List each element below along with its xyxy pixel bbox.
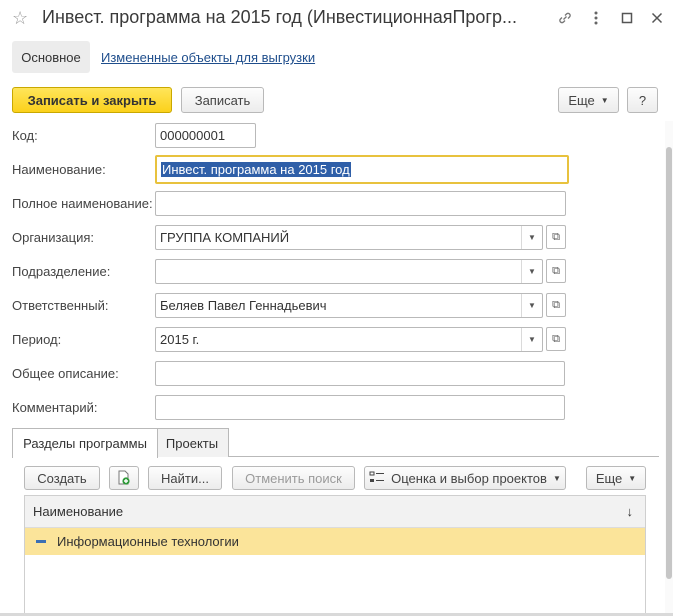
checklist-icon bbox=[369, 471, 385, 482]
sections-table[interactable]: Наименование ↓ Информационные технологии bbox=[24, 495, 646, 616]
tab-projects[interactable]: Проекты bbox=[155, 428, 229, 457]
department-label: Подразделение: bbox=[12, 264, 111, 279]
sort-arrow-icon[interactable]: ↓ bbox=[627, 504, 634, 519]
open-organization-icon[interactable]: ⧉ bbox=[546, 225, 566, 249]
table-more-label: Еще bbox=[595, 470, 623, 486]
full-name-label: Полное наименование: bbox=[12, 196, 153, 211]
table-row[interactable]: Информационные технологии bbox=[25, 528, 645, 555]
add-document-button[interactable] bbox=[109, 466, 139, 490]
table-more-button[interactable]: Еще ▼ bbox=[586, 466, 646, 490]
name-label: Наименование: bbox=[12, 162, 106, 177]
find-button[interactable]: Найти... bbox=[148, 466, 222, 490]
description-label: Общее описание: bbox=[12, 366, 119, 381]
dropdown-arrow-icon[interactable]: ▼ bbox=[521, 294, 542, 317]
window-title: Инвест. программа на 2015 год (Инвестици… bbox=[42, 7, 517, 27]
evaluate-label: Оценка и выбор проектов bbox=[391, 470, 547, 486]
period-label: Период: bbox=[12, 332, 62, 347]
period-field[interactable]: 2015 г. ▼ bbox=[155, 327, 543, 352]
close-icon[interactable] bbox=[647, 8, 667, 28]
chevron-down-icon: ▼ bbox=[628, 473, 637, 483]
responsible-value: Беляев Павел Геннадьевич bbox=[160, 298, 327, 313]
chevron-down-icon: ▼ bbox=[600, 95, 609, 105]
description-field[interactable] bbox=[155, 361, 565, 386]
save-and-close-button[interactable]: Записать и закрыть bbox=[12, 87, 172, 113]
create-button[interactable]: Создать bbox=[24, 466, 100, 490]
save-button[interactable]: Записать bbox=[181, 87, 264, 113]
period-value: 2015 г. bbox=[160, 332, 200, 347]
organization-field[interactable]: ГРУППА КОМПАНИЙ ▼ bbox=[155, 225, 543, 250]
dropdown-arrow-icon[interactable]: ▼ bbox=[521, 260, 542, 283]
cancel-search-button[interactable]: Отменить поиск bbox=[232, 466, 355, 490]
more-label: Еще bbox=[568, 92, 595, 108]
tree-item-icon bbox=[36, 540, 46, 543]
tab-changed-objects[interactable]: Измененные объекты для выгрузки bbox=[101, 50, 315, 65]
responsible-label: Ответственный: bbox=[12, 298, 109, 313]
name-value: Инвест. программа на 2015 год bbox=[161, 162, 351, 177]
help-button[interactable]: ? bbox=[627, 87, 658, 113]
code-label: Код: bbox=[12, 128, 38, 143]
favorite-star-icon[interactable]: ☆ bbox=[12, 8, 28, 29]
comment-field[interactable] bbox=[155, 395, 565, 420]
code-value: 000000001 bbox=[160, 128, 226, 143]
full-name-field[interactable] bbox=[155, 191, 566, 216]
organization-label: Организация: bbox=[12, 230, 95, 245]
evaluate-projects-button[interactable]: Оценка и выбор проектов ▼ bbox=[364, 466, 566, 490]
more-button[interactable]: Еще ▼ bbox=[558, 87, 619, 113]
add-document-icon bbox=[118, 470, 130, 485]
chevron-down-icon: ▼ bbox=[552, 473, 561, 483]
organization-value: ГРУППА КОМПАНИЙ bbox=[160, 230, 290, 245]
open-department-icon[interactable]: ⧉ bbox=[546, 259, 566, 283]
tab-main[interactable]: Основное bbox=[12, 41, 90, 73]
row-name: Информационные технологии bbox=[57, 534, 239, 549]
link-icon[interactable] bbox=[555, 8, 575, 28]
comment-label: Комментарий: bbox=[12, 400, 98, 415]
dropdown-arrow-icon[interactable]: ▼ bbox=[521, 328, 542, 351]
open-responsible-icon[interactable]: ⧉ bbox=[546, 293, 566, 317]
department-field[interactable]: ▼ bbox=[155, 259, 543, 284]
code-field[interactable]: 000000001 bbox=[155, 123, 256, 148]
tab-program-sections[interactable]: Разделы программы bbox=[12, 428, 158, 458]
responsible-field[interactable]: Беляев Павел Геннадьевич ▼ bbox=[155, 293, 543, 318]
column-header-name[interactable]: Наименование bbox=[33, 504, 627, 519]
scrollbar-thumb[interactable] bbox=[666, 147, 672, 579]
maximize-icon[interactable] bbox=[617, 8, 637, 28]
name-field[interactable]: Инвест. программа на 2015 год bbox=[155, 155, 569, 184]
dropdown-arrow-icon[interactable]: ▼ bbox=[521, 226, 542, 249]
more-vertical-icon[interactable] bbox=[586, 8, 606, 28]
open-period-icon[interactable]: ⧉ bbox=[546, 327, 566, 351]
table-header: Наименование ↓ bbox=[25, 496, 645, 528]
